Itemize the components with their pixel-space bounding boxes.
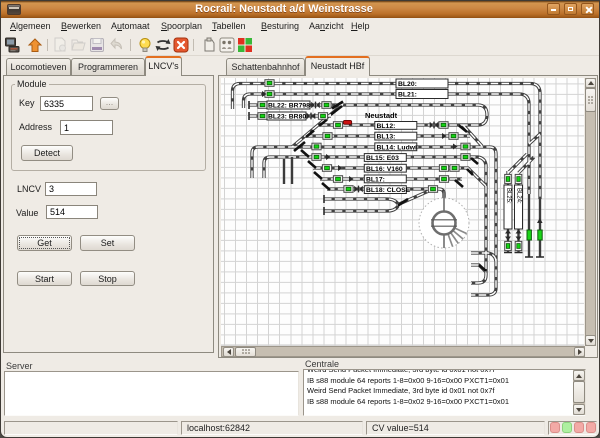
svg-text:BL24:: BL24: [516, 188, 522, 204]
svg-text:BL22: BR798: BL22: BR798 [268, 103, 310, 110]
svg-text:BL21:: BL21: [398, 92, 417, 99]
svg-text:BL20:: BL20: [398, 81, 417, 88]
svg-text:BL17:: BL17: [366, 177, 385, 184]
svg-text:BL16: V160: BL16: V160 [366, 166, 403, 173]
svg-text:BL25:: BL25: [505, 188, 511, 204]
svg-text:BL12:: BL12: [377, 123, 396, 130]
svg-text:BL15: E03: BL15: E03 [366, 155, 399, 162]
svg-text:BL18: CLOSE: BL18: CLOSE [366, 187, 411, 194]
svg-text:BL13:: BL13: [377, 134, 396, 141]
svg-text:Neustadt: Neustadt [365, 111, 398, 120]
svg-text:BL14: Ludwi: BL14: Ludwi [377, 144, 418, 151]
svg-text:BL23: BR80: BL23: BR80 [268, 114, 306, 121]
